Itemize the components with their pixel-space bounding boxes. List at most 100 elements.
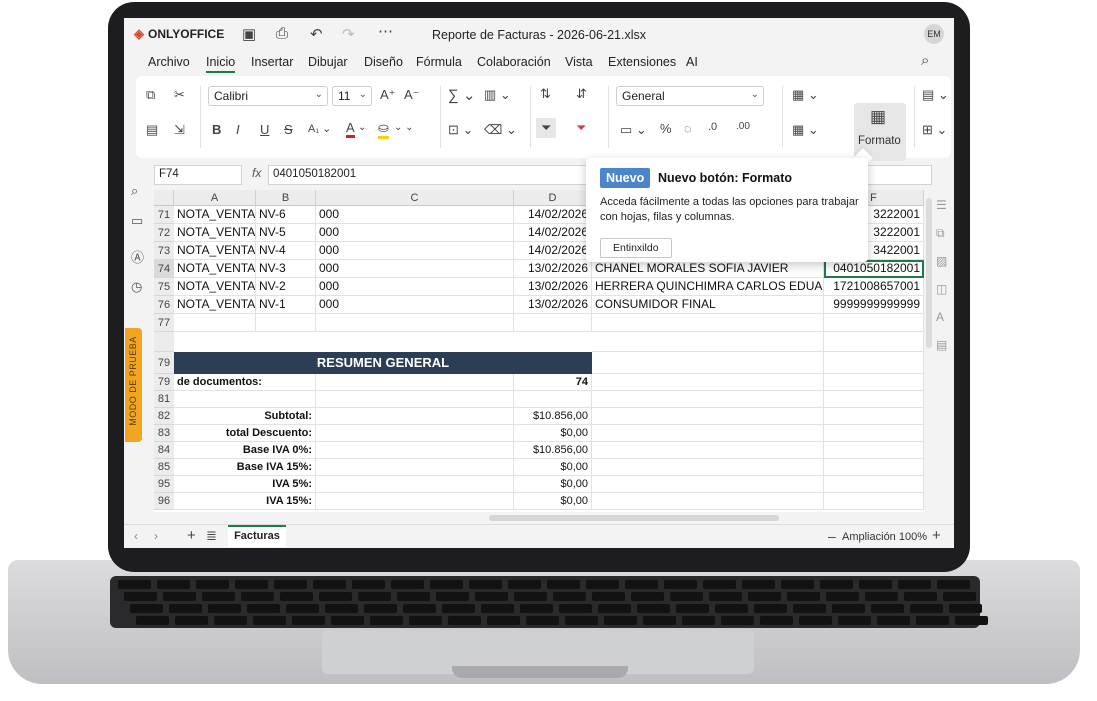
table-cell[interactable] (592, 476, 824, 493)
column-header-d[interactable]: D (514, 190, 592, 206)
row-header[interactable]: 95 (154, 476, 174, 493)
menu-archivo[interactable]: Archivo (148, 55, 190, 69)
sheet-tab-facturas[interactable]: Facturas (228, 525, 286, 547)
decrease-decimal-icon[interactable]: .0 (708, 121, 717, 133)
row-header[interactable]: 81 (154, 391, 174, 408)
format-painter-icon[interactable]: ⇲ (174, 122, 185, 138)
row-header[interactable]: 82 (154, 408, 174, 425)
table-cell[interactable]: 14/02/2026 (514, 224, 592, 242)
row-header[interactable]: 71 (154, 206, 174, 224)
summary-label[interactable]: Subtotal: (174, 408, 316, 425)
table-cell[interactable]: NOTA_VENTA (174, 260, 256, 278)
search-icon[interactable]: ⌕ (131, 183, 138, 199)
table-cell[interactable] (824, 374, 924, 391)
table-cell[interactable] (824, 332, 924, 352)
menu-colaboracion[interactable]: Colaboración (477, 55, 551, 69)
clear-icon[interactable]: ⌫ ⌄ (484, 122, 517, 138)
table-cell[interactable]: 13/02/2026 (514, 260, 592, 278)
table-cell[interactable]: 000 (316, 206, 514, 224)
table-cell[interactable] (824, 408, 924, 425)
row-header[interactable]: 79 (154, 374, 174, 391)
summary-label[interactable]: IVA 15%: (174, 493, 316, 510)
increase-decimal-icon[interactable]: .00 (736, 121, 750, 132)
chevron-down-icon[interactable]: ⌄ (358, 122, 366, 133)
menu-dibujar[interactable]: Dibujar (308, 55, 348, 69)
prev-sheet-icon[interactable]: ‹ (134, 529, 138, 543)
insert-cells-icon[interactable]: ▤ ⌄ (922, 87, 949, 103)
strikethrough-icon[interactable]: S (284, 122, 293, 137)
column-header-a[interactable]: A (174, 190, 256, 206)
sheet-list-icon[interactable]: ≣ (206, 528, 217, 544)
table-cell[interactable]: NOTA_VENTA (174, 278, 256, 296)
undo-icon[interactable]: ↶ (310, 25, 323, 43)
accounting-icon[interactable]: ▭ ⌄ (620, 122, 647, 138)
table-cell[interactable] (824, 352, 924, 374)
number-format-select[interactable]: General ⌄ (616, 86, 764, 106)
summary-label[interactable]: Base IVA 0%: (174, 442, 316, 459)
table-cell[interactable] (592, 332, 824, 352)
summary-label[interactable]: total Descuento: (174, 425, 316, 442)
menu-ai[interactable]: AI (686, 55, 698, 69)
table-cell[interactable] (592, 352, 824, 374)
table-cell[interactable] (824, 459, 924, 476)
row-header[interactable]: 74 (154, 260, 174, 278)
table-cell[interactable]: 13/02/2026 (514, 296, 592, 314)
table-cell[interactable]: NV-6 (256, 206, 316, 224)
select-all-corner[interactable] (154, 190, 174, 206)
avatar[interactable]: EM (924, 24, 944, 44)
summary-value[interactable]: $0,00 (514, 459, 592, 476)
table-cell[interactable]: 9999999999999 (824, 296, 924, 314)
font-color-icon[interactable]: A (346, 120, 355, 138)
named-range-icon[interactable]: ⊡ ⌄ (448, 122, 473, 138)
row-header[interactable]: 73 (154, 242, 174, 260)
table-cell[interactable]: NOTA_VENTA (174, 224, 256, 242)
table-cell[interactable] (824, 425, 924, 442)
search-icon[interactable]: ⌕ (921, 52, 929, 69)
table-settings-icon[interactable]: ▤ (936, 338, 947, 352)
table-cell[interactable]: 13/02/2026 (514, 278, 592, 296)
table-cell[interactable]: HERRERA QUINCHIMRA CARLOS EDUARI (592, 278, 824, 296)
next-sheet-icon[interactable]: › (154, 529, 158, 543)
table-cell[interactable]: 14/02/2026 (514, 242, 592, 260)
table-cell[interactable]: NOTA_VENTA (174, 242, 256, 260)
summary-label[interactable]: de documentos: (174, 374, 316, 391)
cell-settings-icon[interactable]: ☰ (936, 198, 947, 212)
row-header[interactable]: 79 (154, 352, 174, 374)
table-cell[interactable] (316, 408, 514, 425)
table-cell[interactable] (592, 408, 824, 425)
table-cell[interactable] (316, 442, 514, 459)
menu-inicio[interactable]: Inicio (206, 55, 236, 73)
table-cell[interactable] (592, 425, 824, 442)
table-cell[interactable]: NV-3 (256, 260, 316, 278)
table-cell[interactable]: NOTA_VENTA (174, 206, 256, 224)
table-cell[interactable]: CONSUMIDOR FINAL (592, 296, 824, 314)
summary-value[interactable]: 74 (514, 374, 592, 391)
table-cell[interactable] (824, 391, 924, 408)
table-cell[interactable] (316, 374, 514, 391)
shape-settings-icon[interactable]: ◫ (936, 282, 947, 296)
column-header-c[interactable]: C (316, 190, 514, 206)
italic-icon[interactable]: I (236, 122, 240, 137)
table-cell[interactable]: 000 (316, 260, 514, 278)
sort-descending-icon[interactable]: ⇵ (576, 86, 587, 102)
table-cell[interactable]: 000 (316, 296, 514, 314)
bold-icon[interactable]: B (212, 122, 221, 137)
table-cell[interactable]: NV-2 (256, 278, 316, 296)
summary-value[interactable]: $0,00 (514, 493, 592, 510)
currency-icon[interactable]: ◌ (684, 121, 692, 136)
add-sheet-icon[interactable]: + (187, 527, 196, 544)
table-cell[interactable] (256, 314, 316, 332)
table-cell[interactable]: 1721008657001 (824, 278, 924, 296)
table-cell[interactable] (824, 476, 924, 493)
fill-icon[interactable]: ▥ ⌄ (484, 87, 511, 103)
summary-header-band[interactable]: RESUMEN GENERAL (174, 352, 592, 374)
table-cell[interactable]: 000 (316, 242, 514, 260)
summary-label[interactable]: Base IVA 15%: (174, 459, 316, 476)
table-cell[interactable]: NV-5 (256, 224, 316, 242)
sort-ascending-icon[interactable]: ⇅ (540, 86, 551, 102)
menu-insertar[interactable]: Insertar (251, 55, 293, 69)
row-header[interactable]: 77 (154, 314, 174, 332)
table-cell[interactable] (316, 459, 514, 476)
table-cell[interactable] (514, 314, 592, 332)
summary-value[interactable]: $0,00 (514, 425, 592, 442)
